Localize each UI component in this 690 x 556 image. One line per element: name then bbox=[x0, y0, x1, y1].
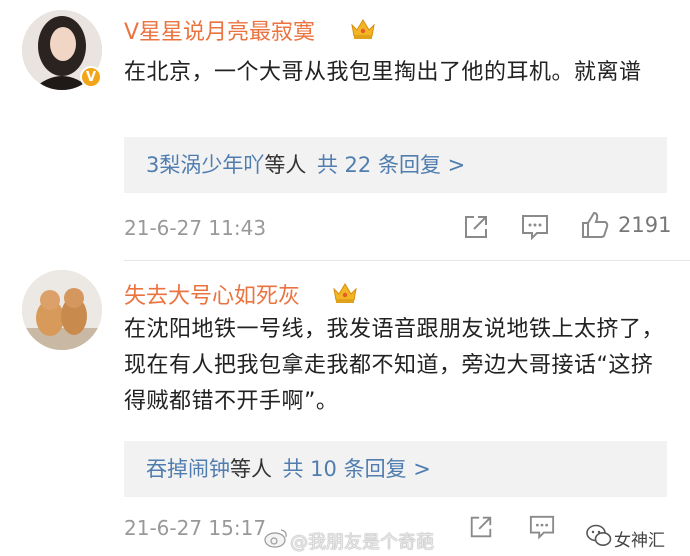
reply-count-link[interactable]: 共 10 条回复 > bbox=[283, 457, 431, 481]
timestamp: 21-6-27 11:43 bbox=[124, 216, 267, 240]
comment-icon[interactable] bbox=[520, 213, 550, 241]
comment-1: V V星星说月亮最寂寞 在北京，一个大哥从我包里掏出了他的耳机。就离谱 3梨涡少… bbox=[0, 0, 690, 260]
share-icon[interactable] bbox=[462, 213, 490, 241]
reply-users-suffix: 等人 bbox=[264, 153, 307, 177]
comment-text: 在沈阳地铁一号线，我发语音跟朋友说地铁上太挤了，现在有人把我包拿走我都不知道，旁… bbox=[124, 317, 665, 414]
crown-icon bbox=[351, 19, 375, 39]
replies-box[interactable]: 吞掉闹钟等人 共 10 条回复 > bbox=[124, 441, 667, 497]
username[interactable]: 失去大号心如死灰 bbox=[124, 278, 300, 310]
username[interactable]: V星星说月亮最寂寞 bbox=[124, 14, 315, 46]
reply-count-link[interactable]: 共 22 条回复 > bbox=[317, 153, 465, 177]
replies-box[interactable]: 3梨涡少年吖等人 共 22 条回复 > bbox=[124, 137, 667, 193]
avatar[interactable] bbox=[22, 270, 102, 350]
share-icon[interactable] bbox=[468, 514, 494, 540]
divider bbox=[124, 260, 690, 261]
timestamp: 21-6-27 15:17 bbox=[124, 516, 267, 540]
reply-users-link[interactable]: 3梨涡少年吖 bbox=[146, 153, 264, 177]
verified-badge: V bbox=[80, 66, 102, 88]
wechat-watermark: 女神汇 bbox=[614, 531, 665, 551]
reply-users-suffix: 等人 bbox=[230, 457, 272, 481]
reply-users-link[interactable]: 吞掉闹钟 bbox=[146, 457, 230, 481]
weibo-watermark: @我朋友是个奇葩 bbox=[290, 532, 434, 553]
like-icon[interactable] bbox=[580, 210, 610, 240]
comment-2: 失去大号心如死灰 在沈阳地铁一号线，我发语音跟朋友说地铁上太挤了，现在有人把我包… bbox=[0, 262, 690, 556]
comment-text: 在北京，一个大哥从我包里掏出了他的耳机。就离谱 bbox=[124, 60, 642, 85]
comment-icon[interactable] bbox=[528, 514, 556, 540]
crown-icon bbox=[333, 283, 357, 303]
like-count: 2191 bbox=[618, 213, 672, 237]
weibo-logo-icon bbox=[264, 529, 287, 548]
wechat-logo-icon bbox=[586, 524, 612, 546]
